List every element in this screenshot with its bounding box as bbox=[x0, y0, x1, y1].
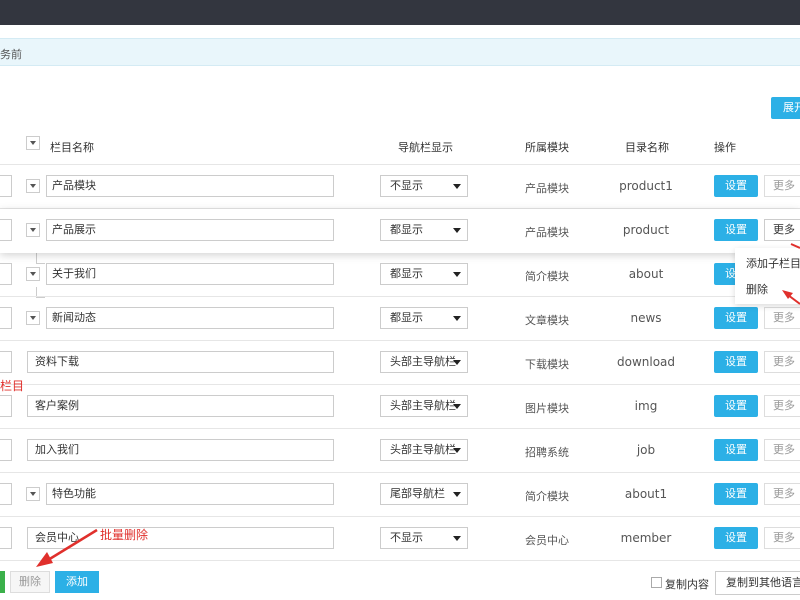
name-input[interactable]: 资料下载 bbox=[27, 351, 334, 373]
dir-text: member bbox=[620, 531, 672, 545]
name-input[interactable]: 加入我们 bbox=[27, 439, 334, 461]
module-text: 图片模块 bbox=[525, 402, 569, 415]
table-row: 新闻动态 都显示 文章模块 news 设置 更多 bbox=[0, 297, 800, 341]
column-header-nav: 导航栏显示 bbox=[398, 141, 453, 154]
name-input[interactable]: 会员中心 bbox=[27, 527, 334, 549]
name-input[interactable]: 客户案例 bbox=[27, 395, 334, 417]
settings-button[interactable]: 设置 bbox=[714, 483, 758, 505]
menu-item-delete[interactable]: 删除 bbox=[746, 281, 768, 297]
settings-button[interactable]: 设置 bbox=[714, 307, 758, 329]
settings-button[interactable]: 设置 bbox=[714, 527, 758, 549]
dir-text: news bbox=[630, 311, 662, 325]
more-button[interactable]: 更多 bbox=[764, 483, 800, 505]
nav-select[interactable]: 都显示 bbox=[380, 263, 468, 285]
column-header-module: 所属模块 bbox=[525, 141, 569, 154]
annotation-text: 栏目 bbox=[0, 379, 25, 393]
notice-text: 务前 bbox=[0, 48, 22, 61]
nav-select[interactable]: 头部主导航栏 bbox=[380, 439, 468, 461]
column-header-name: 栏目名称 bbox=[50, 141, 94, 154]
nav-select[interactable]: 不显示 bbox=[380, 527, 468, 549]
expand-caret-icon[interactable] bbox=[26, 179, 40, 193]
more-button[interactable]: 更多 bbox=[764, 175, 800, 197]
settings-button[interactable]: 设置 bbox=[714, 219, 758, 241]
dir-text: product bbox=[622, 223, 670, 237]
copy-content-label: 复制内容 bbox=[665, 578, 709, 591]
table-row: 加入我们 头部主导航栏 招聘系统 job 设置 更多 bbox=[0, 429, 800, 473]
dir-text: img bbox=[634, 399, 658, 413]
nav-select[interactable]: 都显示 bbox=[380, 219, 468, 241]
dir-text: about bbox=[628, 267, 664, 281]
footer-green-edge bbox=[0, 571, 5, 593]
module-text: 简介模块 bbox=[525, 490, 569, 503]
table-row: 资料下载 头部主导航栏 下载模块 download 设置 更多 bbox=[0, 341, 800, 385]
module-text: 招聘系统 bbox=[525, 446, 569, 459]
sort-input[interactable] bbox=[0, 263, 12, 285]
expand-caret-icon[interactable] bbox=[26, 311, 40, 325]
sort-input[interactable] bbox=[0, 483, 12, 505]
settings-button[interactable]: 设置 bbox=[714, 439, 758, 461]
settings-button[interactable]: 设置 bbox=[714, 351, 758, 373]
batch-delete-button[interactable]: 删除 bbox=[10, 571, 50, 593]
table-row: 关于我们 都显示 简介模块 about 设置 bbox=[0, 253, 800, 297]
table-row: 特色功能 尾部导航栏 简介模块 about1 设置 更多 bbox=[0, 473, 800, 517]
more-button[interactable]: 更多 bbox=[764, 219, 800, 241]
expand-button[interactable]: 展开 bbox=[771, 97, 800, 119]
nav-select[interactable]: 头部主导航栏 bbox=[380, 351, 468, 373]
sort-input[interactable] bbox=[0, 307, 12, 329]
module-text: 产品模块 bbox=[525, 182, 569, 195]
table-row: 客户案例 头部主导航栏 图片模块 img 设置 更多 bbox=[0, 385, 800, 429]
sort-input[interactable] bbox=[0, 175, 12, 197]
name-input[interactable]: 产品展示 bbox=[46, 219, 334, 241]
nav-select[interactable]: 尾部导航栏 bbox=[380, 483, 468, 505]
sort-input[interactable] bbox=[0, 527, 12, 549]
name-input[interactable]: 特色功能 bbox=[46, 483, 334, 505]
module-text: 会员中心 bbox=[525, 534, 569, 547]
column-header-dir: 目录名称 bbox=[625, 141, 669, 154]
dir-text: job bbox=[636, 443, 656, 457]
table-row: 产品模块 不显示 产品模块 product1 设置 更多 bbox=[0, 165, 800, 209]
expand-caret-icon[interactable] bbox=[26, 487, 40, 501]
menu-item-add-child[interactable]: 添加子栏目 bbox=[746, 255, 800, 271]
more-button[interactable]: 更多 bbox=[764, 527, 800, 549]
annotation-batch-delete: 批量删除 bbox=[100, 528, 149, 542]
sort-input[interactable] bbox=[0, 439, 12, 461]
more-button[interactable]: 更多 bbox=[764, 439, 800, 461]
top-bar bbox=[0, 0, 800, 25]
nav-select[interactable]: 都显示 bbox=[380, 307, 468, 329]
nav-select[interactable]: 头部主导航栏 bbox=[380, 395, 468, 417]
dir-text: about1 bbox=[624, 487, 668, 501]
module-text: 下载模块 bbox=[525, 358, 569, 371]
nav-select[interactable]: 不显示 bbox=[380, 175, 468, 197]
more-button[interactable]: 更多 bbox=[764, 307, 800, 329]
module-text: 简介模块 bbox=[525, 270, 569, 283]
settings-button[interactable]: 设置 bbox=[714, 175, 758, 197]
expand-caret-icon[interactable] bbox=[26, 223, 40, 237]
row-divider bbox=[0, 560, 800, 561]
module-text: 文章模块 bbox=[525, 314, 569, 327]
dir-text: download bbox=[616, 355, 676, 369]
table-row: 产品展示 都显示 产品模块 product 设置 更多 bbox=[0, 209, 800, 253]
more-button[interactable]: 更多 bbox=[764, 351, 800, 373]
column-header-ops: 操作 bbox=[714, 141, 736, 154]
module-text: 产品模块 bbox=[525, 226, 569, 239]
add-button[interactable]: 添加 bbox=[55, 571, 99, 593]
name-input[interactable]: 关于我们 bbox=[46, 263, 334, 285]
sort-input[interactable] bbox=[0, 395, 12, 417]
sort-input[interactable] bbox=[0, 351, 12, 373]
name-input[interactable]: 产品模块 bbox=[46, 175, 334, 197]
copy-to-language-button[interactable]: 复制到其他语言 bbox=[715, 571, 800, 595]
copy-content-checkbox[interactable] bbox=[651, 577, 662, 588]
expand-caret-icon[interactable] bbox=[26, 267, 40, 281]
more-button[interactable]: 更多 bbox=[764, 395, 800, 417]
settings-button[interactable]: 设置 bbox=[714, 395, 758, 417]
name-input[interactable]: 新闻动态 bbox=[46, 307, 334, 329]
notice-bar: 务前 bbox=[0, 38, 800, 66]
sort-input[interactable] bbox=[0, 219, 12, 241]
dir-text: product1 bbox=[619, 179, 673, 193]
more-dropdown-menu: 添加子栏目 删除 bbox=[735, 248, 800, 304]
expand-all-caret-icon[interactable] bbox=[26, 136, 40, 150]
